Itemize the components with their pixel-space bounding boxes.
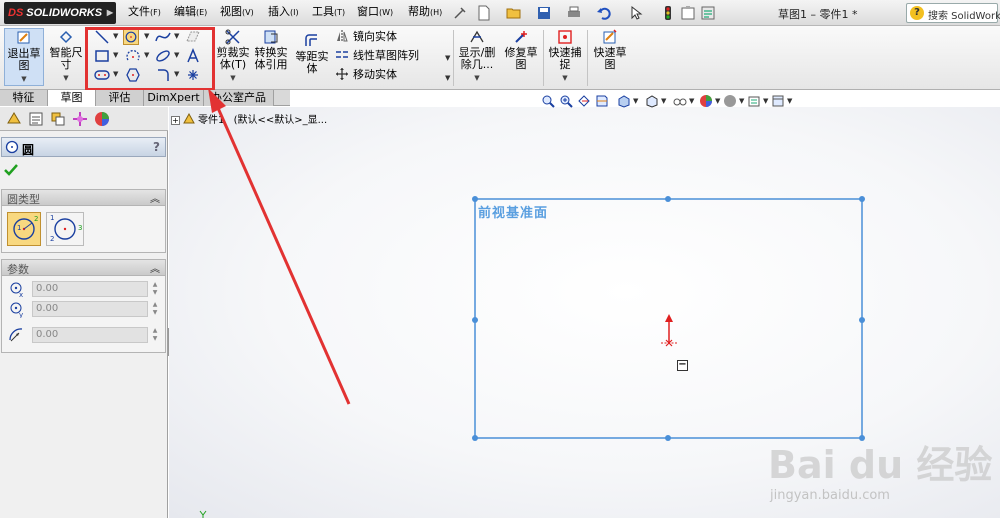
annotation-arrow [208, 88, 351, 405]
minus-marker: − [677, 359, 688, 371]
y-axis-marker [199, 510, 207, 518]
front-plane-label: 前视基准面 [478, 206, 549, 221]
watermark-url: jingyan.baidu.com [770, 488, 890, 503]
sketch-origin-icon [661, 314, 677, 347]
watermark-logo: Bai du 经验 [768, 443, 993, 487]
baidu-watermark: Bai du 经验 jingyan.baidu.com [758, 432, 998, 516]
